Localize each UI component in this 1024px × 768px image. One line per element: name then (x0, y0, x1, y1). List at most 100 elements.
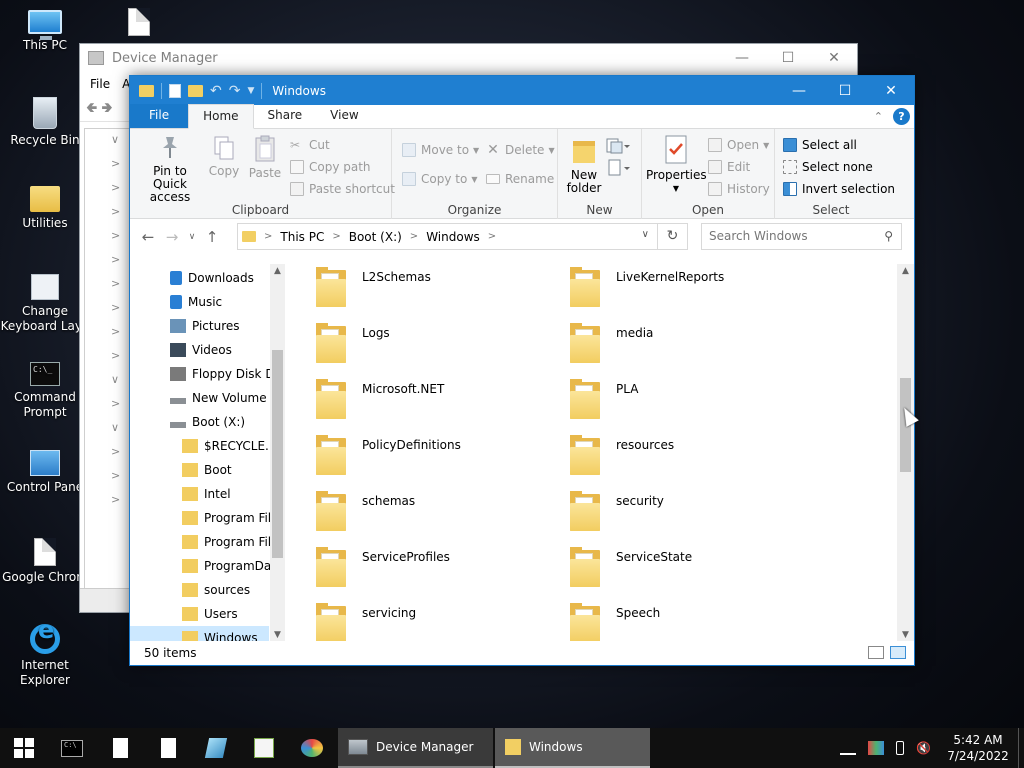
display-icon[interactable] (868, 741, 884, 755)
back-arrow-icon[interactable]: 🢀 (86, 97, 97, 121)
nav-item[interactable]: Program Files (130, 506, 270, 530)
tree-expand-icon[interactable]: > (85, 249, 131, 273)
nav-item[interactable]: Pictures (130, 314, 270, 338)
forward-arrow-icon[interactable]: 🢂 (101, 97, 112, 121)
undo-icon[interactable]: ↶ (210, 83, 222, 99)
taskbar-pin-editor[interactable] (192, 728, 240, 768)
tree-expand-icon[interactable]: ∨ (85, 369, 131, 393)
minimize-icon[interactable]: — (719, 44, 765, 72)
scroll-up-icon[interactable]: ▲ (897, 266, 914, 276)
desktop-icon-change-keyboard[interactable]: Change Keyboard Layo (0, 274, 90, 334)
easy-access-icon[interactable] (606, 159, 630, 177)
tree-expand-icon[interactable]: > (85, 225, 131, 249)
forward-arrow-icon[interactable]: → (160, 228, 184, 246)
file-item[interactable]: ServiceState (570, 546, 692, 602)
tree-expand-icon[interactable]: > (85, 345, 131, 369)
desktop-icon-recycle-bin[interactable]: Recycle Bin (0, 97, 90, 148)
properties-quick-icon[interactable] (169, 83, 181, 98)
usb-icon[interactable] (896, 741, 904, 755)
chevron-right-icon[interactable]: > (488, 231, 496, 242)
nav-pane-scrollbar[interactable]: ▲ ▼ (270, 264, 285, 642)
tree-expand-icon[interactable]: > (85, 297, 131, 321)
menu-file[interactable]: File (90, 77, 110, 91)
desktop-icon-this-pc[interactable]: This PC (0, 10, 90, 53)
desktop-icon-google-chrome[interactable]: Google Chrom (0, 538, 90, 585)
maximize-icon[interactable]: ☐ (765, 44, 811, 72)
refresh-button[interactable]: ↻ (658, 223, 688, 250)
tab-file[interactable]: File (130, 104, 189, 128)
nav-item[interactable]: Boot (X:) (130, 410, 270, 434)
file-item[interactable]: servicing (316, 602, 416, 642)
scrollbar-thumb[interactable] (272, 350, 283, 558)
new-folder-button[interactable]: New folder (564, 137, 604, 195)
file-item[interactable]: PolicyDefinitions (316, 434, 461, 490)
invert-selection-button[interactable]: Invert selection (783, 179, 895, 199)
show-desktop-button[interactable] (1018, 728, 1024, 768)
help-icon[interactable]: ? (893, 108, 910, 125)
rename-button[interactable]: Rename (486, 169, 554, 189)
new-folder-quick-icon[interactable] (188, 84, 203, 97)
search-input[interactable]: Search Windows ⚲ (701, 223, 902, 250)
chevron-right-icon[interactable]: > (264, 231, 272, 242)
edit-button[interactable]: Edit (708, 157, 750, 177)
taskbar-pin-document-2[interactable] (144, 728, 192, 768)
tree-expand-icon[interactable]: > (85, 201, 131, 225)
file-item[interactable]: LiveKernelReports (570, 266, 724, 322)
close-icon[interactable]: ✕ (868, 76, 914, 105)
volume-muted-icon[interactable]: 🔇 (916, 741, 932, 755)
nav-item[interactable]: New Volume (C (130, 386, 270, 410)
file-item[interactable]: PLA (570, 378, 638, 434)
nav-item[interactable]: Boot (130, 458, 270, 482)
nav-item[interactable]: ProgramData (130, 554, 270, 578)
nav-item[interactable]: Floppy Disk Dri (130, 362, 270, 386)
history-button[interactable]: History (708, 179, 770, 199)
tree-expand-icon[interactable]: > (85, 441, 131, 465)
tab-view[interactable]: View (316, 104, 372, 128)
taskbar-pin-paint[interactable] (288, 728, 336, 768)
nav-item[interactable]: Users (130, 602, 270, 626)
file-list[interactable]: L2Schemas LiveKernelReports Logs media Micro… (300, 264, 900, 642)
copy-to-button[interactable]: Copy to ▼ (402, 169, 477, 189)
taskbar-pin-document[interactable] (96, 728, 144, 768)
taskbar-pin-command-prompt[interactable]: C:\ (48, 728, 96, 768)
taskbar-pin-chart[interactable] (240, 728, 288, 768)
customize-toolbar-icon[interactable]: ▼ (247, 86, 254, 96)
file-item[interactable]: ServiceProfiles (316, 546, 450, 602)
select-all-button[interactable]: Select all (783, 135, 857, 155)
chevron-right-icon[interactable]: > (410, 231, 418, 242)
redo-icon[interactable]: ↷ (229, 83, 241, 99)
navigation-pane[interactable]: Downloads Music Pictures Videos Floppy Disk … (130, 264, 285, 642)
nav-item[interactable]: Program Files (130, 530, 270, 554)
file-item[interactable]: schemas (316, 490, 415, 546)
maximize-icon[interactable]: ☐ (822, 76, 868, 105)
chevron-right-icon[interactable]: > (332, 231, 340, 242)
clock[interactable]: 5:42 AM 7/24/2022 (938, 732, 1018, 764)
file-item[interactable]: L2Schemas (316, 266, 431, 322)
nav-item[interactable]: Music (130, 290, 270, 314)
tree-expand-icon[interactable]: > (85, 489, 131, 513)
network-icon[interactable] (840, 741, 856, 755)
copy-button[interactable]: Copy (206, 135, 242, 178)
delete-button[interactable]: ✕ Delete ▼ (486, 140, 554, 160)
tab-home[interactable]: Home (188, 104, 254, 129)
move-to-button[interactable]: Move to ▼ (402, 140, 479, 160)
tree-expand-icon[interactable]: > (85, 177, 131, 201)
copy-path-button[interactable]: Copy path (290, 157, 371, 177)
scroll-up-icon[interactable]: ▲ (270, 266, 285, 276)
paste-shortcut-button[interactable]: Paste shortcut (290, 179, 395, 199)
chevron-down-icon[interactable]: ∨ (642, 229, 649, 240)
tree-expand-icon[interactable]: ∨ (85, 129, 131, 153)
file-explorer-window[interactable]: ↶ ↷ ▼ Windows — ☐ ✕ File Home Share View… (129, 75, 915, 666)
file-item[interactable]: Logs (316, 322, 390, 378)
pin-to-quick-access-button[interactable]: Pin to Quick access (136, 135, 204, 204)
scroll-down-icon[interactable]: ▼ (270, 630, 285, 640)
nav-item[interactable]: Intel (130, 482, 270, 506)
close-icon[interactable]: ✕ (811, 44, 857, 72)
start-button[interactable] (0, 728, 48, 768)
minimize-icon[interactable]: — (776, 76, 822, 105)
tree-expand-icon[interactable]: > (85, 321, 131, 345)
scroll-down-icon[interactable]: ▼ (897, 630, 914, 640)
file-list-scrollbar[interactable]: ▲ ▼ (897, 264, 914, 642)
tree-expand-icon[interactable]: > (85, 393, 131, 417)
paste-button[interactable]: Paste (246, 135, 284, 180)
